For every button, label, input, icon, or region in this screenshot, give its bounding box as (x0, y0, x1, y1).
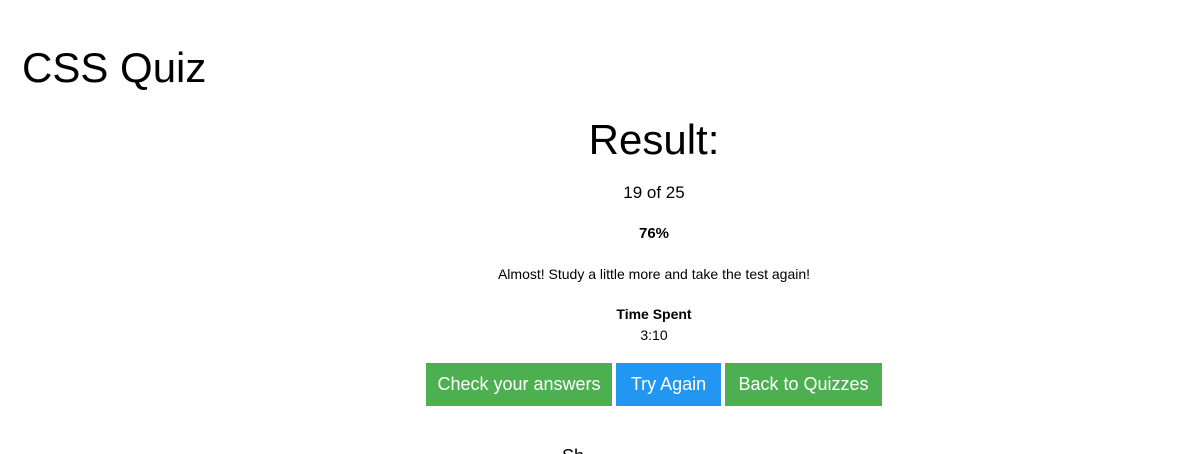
page-title: CSS Quiz (22, 44, 207, 91)
result-panel: Result: 19 of 25 76% Almost! Study a lit… (300, 112, 1008, 406)
score-text: 19 of 25 (623, 183, 685, 202)
back-to-quizzes-button[interactable]: Back to Quizzes (725, 363, 882, 406)
try-again-button[interactable]: Try Again (616, 363, 721, 406)
time-spent-label: Time Spent (616, 306, 692, 322)
action-buttons: Check your answers Try Again Back to Qui… (300, 363, 1008, 406)
check-answers-button[interactable]: Check your answers (426, 363, 612, 406)
result-message: Almost! Study a little more and take the… (497, 266, 811, 282)
result-heading: Result: (588, 116, 720, 163)
quiz-result-page: CSS Quiz Result: 19 of 25 76% Almost! St… (0, 0, 1191, 454)
score-percent: 76% (638, 225, 670, 242)
partially-visible-text: Sh (562, 445, 584, 454)
time-spent-value: 3:10 (640, 327, 668, 343)
